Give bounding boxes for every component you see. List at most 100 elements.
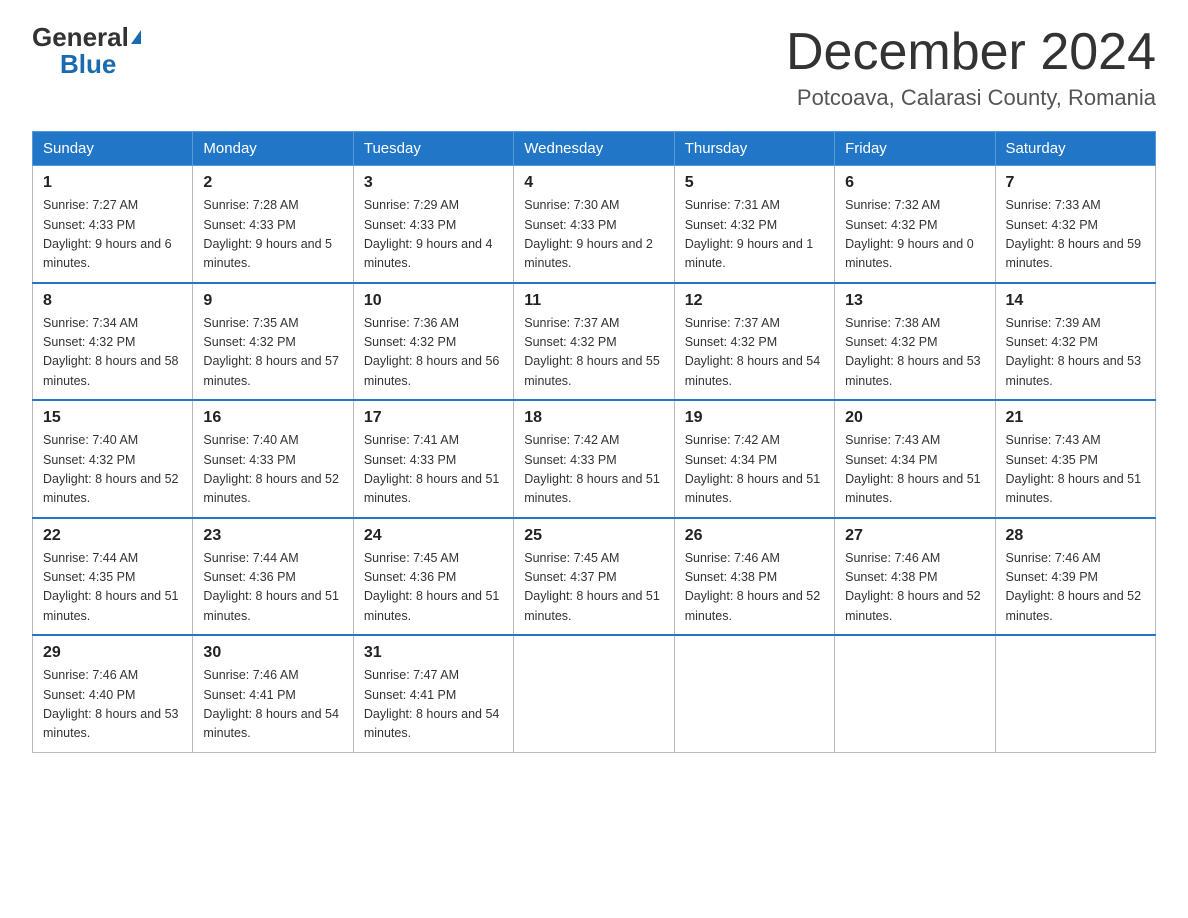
day-info: Sunrise: 7:34 AMSunset: 4:32 PMDaylight:… [43,314,182,392]
col-header-monday: Monday [193,132,353,166]
col-header-wednesday: Wednesday [514,132,674,166]
day-number: 13 [845,292,984,310]
day-number: 22 [43,527,182,545]
day-number: 12 [685,292,824,310]
calendar-cell: 26Sunrise: 7:46 AMSunset: 4:38 PMDayligh… [674,518,834,636]
calendar-cell: 16 Sunrise: 7:40 AMSunset: 4:33 PMDayligh… [193,400,353,518]
col-header-sunday: Sunday [33,132,193,166]
day-info: Sunrise: 7:36 AMSunset: 4:32 PMDaylight:… [364,314,503,392]
day-number: 30 [203,644,342,662]
day-number: 6 [845,174,984,192]
day-info: Sunrise: 7:33 AMSunset: 4:32 PMDaylight:… [1006,196,1145,274]
day-number: 21 [1006,409,1145,427]
calendar-cell: 13 Sunrise: 7:38 AMSunset: 4:32 PMDayligh… [835,283,995,401]
calendar-cell [674,635,834,752]
calendar-cell: 18Sunrise: 7:42 AMSunset: 4:33 PMDayligh… [514,400,674,518]
day-info: Sunrise: 7:46 AMSunset: 4:38 PMDaylight:… [845,549,984,627]
day-number: 16 [203,409,342,427]
day-number: 3 [364,174,503,192]
calendar-week-row: 22 Sunrise: 7:44 AMSunset: 4:35 PMDayligh… [33,518,1156,636]
calendar-cell: 6 Sunrise: 7:32 AMSunset: 4:32 PMDaylight… [835,166,995,283]
calendar-cell [995,635,1155,752]
title-block: December 2024 Potcoava, Calarasi County,… [786,24,1156,111]
day-number: 10 [364,292,503,310]
page-header: General Blue December 2024 Potcoava, Cal… [32,24,1156,111]
month-title: December 2024 [786,24,1156,81]
calendar-cell: 4Sunrise: 7:30 AMSunset: 4:33 PMDaylight… [514,166,674,283]
logo-triangle-icon [131,30,141,44]
day-info: Sunrise: 7:39 AMSunset: 4:32 PMDaylight:… [1006,314,1145,392]
calendar-cell: 31Sunrise: 7:47 AMSunset: 4:41 PMDayligh… [353,635,513,752]
day-number: 25 [524,527,663,545]
day-info: Sunrise: 7:37 AMSunset: 4:32 PMDaylight:… [524,314,663,392]
col-header-thursday: Thursday [674,132,834,166]
logo: General Blue [32,24,141,77]
day-number: 18 [524,409,663,427]
calendar-cell: 2 Sunrise: 7:28 AMSunset: 4:33 PMDaylight… [193,166,353,283]
day-number: 31 [364,644,503,662]
day-number: 7 [1006,174,1145,192]
day-number: 28 [1006,527,1145,545]
day-info: Sunrise: 7:45 AMSunset: 4:36 PMDaylight:… [364,549,503,627]
day-info: Sunrise: 7:46 AMSunset: 4:38 PMDaylight:… [685,549,824,627]
day-info: Sunrise: 7:41 AMSunset: 4:33 PMDaylight:… [364,431,503,509]
day-number: 29 [43,644,182,662]
calendar-cell: 10 Sunrise: 7:36 AMSunset: 4:32 PMDayligh… [353,283,513,401]
calendar-cell: 29 Sunrise: 7:46 AMSunset: 4:40 PMDayligh… [33,635,193,752]
calendar-cell: 25 Sunrise: 7:45 AMSunset: 4:37 PMDayligh… [514,518,674,636]
day-info: Sunrise: 7:40 AMSunset: 4:33 PMDaylight:… [203,431,342,509]
calendar-week-row: 1Sunrise: 7:27 AMSunset: 4:33 PMDaylight… [33,166,1156,283]
day-number: 15 [43,409,182,427]
logo-blue-text: Blue [60,51,141,77]
day-info: Sunrise: 7:28 AMSunset: 4:33 PMDaylight:… [203,196,342,274]
day-info: Sunrise: 7:46 AMSunset: 4:40 PMDaylight:… [43,666,182,744]
day-info: Sunrise: 7:44 AMSunset: 4:36 PMDaylight:… [203,549,342,627]
day-number: 17 [364,409,503,427]
calendar-cell: 27 Sunrise: 7:46 AMSunset: 4:38 PMDayligh… [835,518,995,636]
day-info: Sunrise: 7:37 AMSunset: 4:32 PMDaylight:… [685,314,824,392]
calendar-cell: 12 Sunrise: 7:37 AMSunset: 4:32 PMDayligh… [674,283,834,401]
logo-general-text: General [32,22,141,52]
calendar-cell: 24 Sunrise: 7:45 AMSunset: 4:36 PMDayligh… [353,518,513,636]
calendar-week-row: 29 Sunrise: 7:46 AMSunset: 4:40 PMDayligh… [33,635,1156,752]
calendar-cell: 23Sunrise: 7:44 AMSunset: 4:36 PMDayligh… [193,518,353,636]
calendar-cell: 28 Sunrise: 7:46 AMSunset: 4:39 PMDayligh… [995,518,1155,636]
day-info: Sunrise: 7:46 AMSunset: 4:41 PMDaylight:… [203,666,342,744]
calendar-cell [835,635,995,752]
calendar-cell: 21 Sunrise: 7:43 AMSunset: 4:35 PMDayligh… [995,400,1155,518]
col-header-tuesday: Tuesday [353,132,513,166]
day-number: 19 [685,409,824,427]
calendar-table: SundayMondayTuesdayWednesdayThursdayFrid… [32,131,1156,753]
calendar-cell: 22 Sunrise: 7:44 AMSunset: 4:35 PMDayligh… [33,518,193,636]
calendar-cell [514,635,674,752]
calendar-cell: 14 Sunrise: 7:39 AMSunset: 4:32 PMDayligh… [995,283,1155,401]
day-info: Sunrise: 7:46 AMSunset: 4:39 PMDaylight:… [1006,549,1145,627]
day-info: Sunrise: 7:40 AMSunset: 4:32 PMDaylight:… [43,431,182,509]
calendar-week-row: 15 Sunrise: 7:40 AMSunset: 4:32 PMDayligh… [33,400,1156,518]
calendar-cell: 3 Sunrise: 7:29 AMSunset: 4:33 PMDaylight… [353,166,513,283]
day-number: 2 [203,174,342,192]
day-number: 20 [845,409,984,427]
day-number: 27 [845,527,984,545]
day-info: Sunrise: 7:38 AMSunset: 4:32 PMDaylight:… [845,314,984,392]
logo-top-line: General [32,24,141,51]
calendar-cell: 20 Sunrise: 7:43 AMSunset: 4:34 PMDayligh… [835,400,995,518]
day-number: 24 [364,527,503,545]
day-info: Sunrise: 7:35 AMSunset: 4:32 PMDaylight:… [203,314,342,392]
day-info: Sunrise: 7:42 AMSunset: 4:34 PMDaylight:… [685,431,824,509]
day-info: Sunrise: 7:30 AMSunset: 4:33 PMDaylight:… [524,196,663,274]
day-number: 11 [524,292,663,310]
calendar-cell: 8Sunrise: 7:34 AMSunset: 4:32 PMDaylight… [33,283,193,401]
col-header-friday: Friday [835,132,995,166]
day-info: Sunrise: 7:45 AMSunset: 4:37 PMDaylight:… [524,549,663,627]
day-info: Sunrise: 7:44 AMSunset: 4:35 PMDaylight:… [43,549,182,627]
day-info: Sunrise: 7:43 AMSunset: 4:35 PMDaylight:… [1006,431,1145,509]
calendar-cell: 5Sunrise: 7:31 AMSunset: 4:32 PMDaylight… [674,166,834,283]
day-info: Sunrise: 7:43 AMSunset: 4:34 PMDaylight:… [845,431,984,509]
day-info: Sunrise: 7:32 AMSunset: 4:32 PMDaylight:… [845,196,984,274]
calendar-cell: 17 Sunrise: 7:41 AMSunset: 4:33 PMDayligh… [353,400,513,518]
calendar-week-row: 8Sunrise: 7:34 AMSunset: 4:32 PMDaylight… [33,283,1156,401]
day-number: 14 [1006,292,1145,310]
calendar-cell: 7 Sunrise: 7:33 AMSunset: 4:32 PMDaylight… [995,166,1155,283]
day-info: Sunrise: 7:29 AMSunset: 4:33 PMDaylight:… [364,196,503,274]
